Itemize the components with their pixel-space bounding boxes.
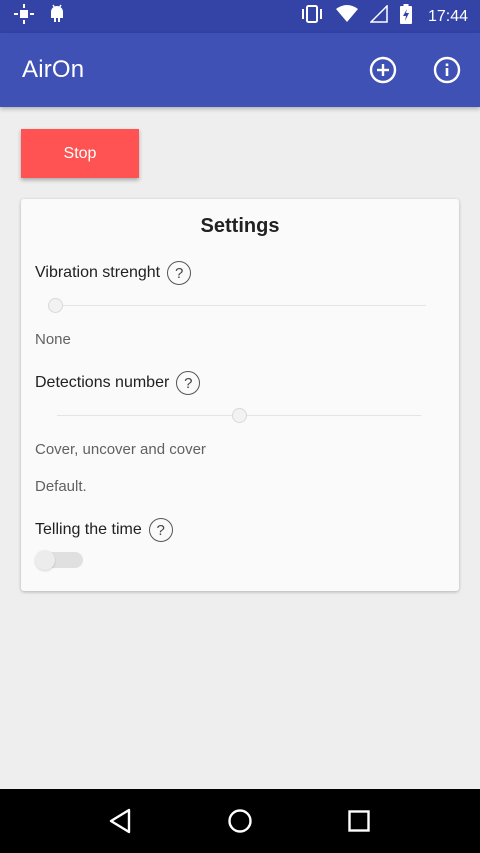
settings-title: Settings	[200, 215, 280, 237]
info-button[interactable]	[432, 55, 462, 85]
app-actions	[368, 55, 462, 85]
add-circle-icon	[369, 56, 397, 84]
vibration-slider-track	[48, 305, 426, 306]
app-bar: AirOn	[0, 33, 480, 107]
vibration-slider-thumb[interactable]	[48, 298, 63, 313]
recents-square-icon	[347, 810, 370, 832]
vibration-help-icon[interactable]: ?	[167, 261, 192, 285]
navigation-bar	[0, 789, 480, 853]
app-title: AirOn	[22, 56, 85, 83]
vibration-slider[interactable]	[48, 298, 426, 314]
settings-card: Settings Vibration strenght ? None Detec…	[21, 199, 459, 591]
status-left	[14, 4, 66, 29]
home-button[interactable]	[220, 801, 260, 841]
info-icon	[433, 56, 461, 84]
detections-slider[interactable]	[57, 408, 421, 424]
battery-charging-icon	[399, 4, 412, 29]
status-bar: 17:44	[0, 0, 480, 33]
back-button[interactable]	[101, 801, 141, 841]
toggle-thumb	[35, 550, 55, 570]
telling-time-label: Telling the time	[35, 521, 142, 538]
status-time: 17:44	[427, 7, 468, 25]
detections-value: Cover, uncover and cover	[35, 441, 206, 458]
telling-time-setting: Telling the time ?	[35, 518, 173, 542]
telling-time-help-icon[interactable]: ?	[148, 518, 173, 542]
status-right: 17:44	[300, 4, 468, 29]
wifi-icon	[335, 5, 358, 28]
signal-icon	[369, 4, 388, 28]
android-icon	[48, 4, 66, 29]
vibration-label: Vibration strenght	[35, 264, 161, 281]
detections-setting: Detections number ?	[35, 371, 201, 395]
stop-button[interactable]: Stop	[21, 129, 139, 178]
add-button[interactable]	[368, 55, 398, 85]
detections-slider-thumb[interactable]	[231, 408, 247, 423]
recents-button[interactable]	[339, 801, 379, 841]
vibration-value: None	[35, 331, 71, 348]
home-circle-icon	[228, 809, 252, 833]
detections-help-icon[interactable]: ?	[176, 371, 201, 395]
vibration-setting: Vibration strenght ?	[35, 261, 192, 285]
app-root: 17:44 AirOn Stop Settings Vibration stre…	[0, 0, 480, 853]
telling-time-toggle[interactable]	[35, 550, 85, 570]
back-triangle-icon	[110, 808, 131, 834]
brightness-icon	[14, 4, 34, 29]
detections-note: Default.	[35, 478, 87, 495]
detections-label: Detections number	[35, 374, 170, 391]
vibrate-icon	[300, 5, 324, 28]
